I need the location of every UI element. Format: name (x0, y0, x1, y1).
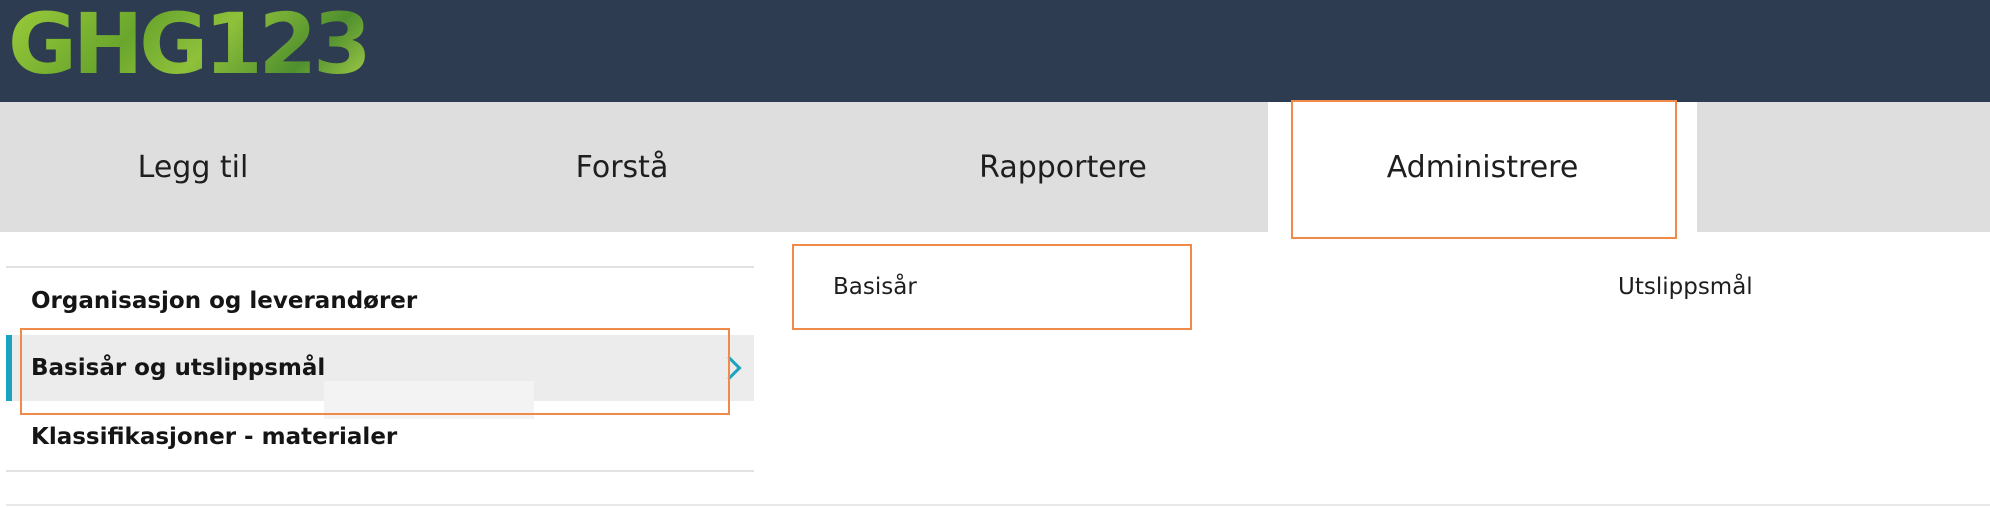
main-nav: Legg til Forstå Rapportere Administrere (0, 100, 1990, 239)
active-indicator (6, 335, 12, 401)
sidebar-item-label: Basisår og utslippsmål (31, 355, 326, 381)
nav-tab-administrere-label: Administrere (1386, 149, 1579, 185)
sidebar-item-label: Organisasjon og leverandører (31, 288, 418, 314)
app-header: GHG123 (0, 0, 1990, 102)
subtab-label: Utslippsmål (1618, 274, 1753, 300)
chevron-right-icon (717, 355, 742, 381)
subtab-label: Basisår (833, 274, 917, 300)
content-bottom-divider (6, 504, 1990, 506)
app-root: GHG123 Legg til Forstå Rapportere Admini… (0, 0, 1990, 507)
nav-tab-rapportere[interactable]: Rapportere (858, 102, 1268, 232)
sidebar-bottom-divider (6, 470, 754, 472)
ghg123-logo[interactable]: GHG123 (8, 2, 372, 86)
subtab-utslippsmal[interactable]: Utslippsmål (1618, 244, 1918, 330)
sidebar-item-organisasjon[interactable]: Organisasjon og leverandører (6, 268, 754, 334)
sidebar-item-label: Klassifikasjoner - materialer (31, 424, 398, 450)
sidebar-item-klassifikasjoner[interactable]: Klassifikasjoner - materialer (6, 404, 754, 470)
subtab-basisar[interactable]: Basisår (792, 244, 1192, 330)
nav-tab-forsta[interactable]: Forstå (386, 102, 858, 232)
nav-tab-administrere[interactable]: Administrere (1268, 100, 1697, 239)
nav-tab-legg-til[interactable]: Legg til (0, 102, 386, 232)
